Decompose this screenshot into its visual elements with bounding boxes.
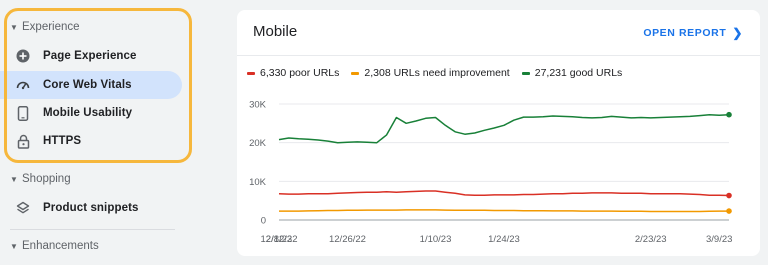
legend-item-poor[interactable]: 6,330 poor URLs: [247, 67, 339, 79]
y-tick-label: 10K: [249, 177, 267, 188]
legend-label-poor: 6,330 poor URLs: [260, 67, 340, 79]
y-tick-label: 20K: [249, 138, 267, 149]
chart-legend: 6,330 poor URLs 2,308 URLs need improvem…: [247, 67, 634, 79]
section-enhancements-label: Enhancements: [22, 240, 99, 252]
line-chart: 010K20K30K12/12/22 12/26/22 1/10/23 1/24/23…: [249, 100, 732, 246]
mobile-report-card: Mobile OPEN REPORT ❯ 6,330 poor URLs 2,3…: [237, 10, 760, 256]
x-tick-label: 1/24/23: [488, 234, 520, 245]
sidebar: ▼ Experience Page Experience Core Web Vi…: [0, 0, 200, 265]
sidebar-divider: [10, 229, 175, 230]
layers-icon: [15, 200, 31, 216]
section-shopping-label: Shopping: [22, 173, 71, 185]
series-end-point-1[interactable]: [726, 208, 732, 214]
legend-item-needs-improvement[interactable]: 2,308 URLs need improvement: [351, 67, 510, 79]
y-tick-label: 30K: [249, 100, 267, 111]
legend-swatch-poor: [247, 71, 255, 75]
card-title: Mobile: [253, 23, 298, 40]
legend-label-needs-improvement: 2,308 URLs need improvement: [364, 67, 510, 79]
sidebar-item-product-snippets[interactable]: Product snippets: [0, 194, 182, 222]
card-divider: [237, 55, 760, 56]
series-end-point-2[interactable]: [726, 111, 732, 118]
x-tick-label: 2/23/23: [635, 234, 667, 245]
caret-down-icon: ▼: [10, 241, 18, 251]
open-report-link[interactable]: OPEN REPORT ❯: [643, 26, 743, 40]
legend-swatch-needs-improvement: [351, 71, 360, 75]
section-enhancements[interactable]: ▼ Enhancements: [10, 240, 99, 252]
series-line-0[interactable]: [278, 190, 730, 197]
series-line-1[interactable]: [279, 209, 729, 213]
legend-swatch-good: [521, 71, 530, 75]
chevron-right-icon: ❯: [732, 26, 743, 40]
highlight-annotation-box: [4, 8, 192, 163]
x-tick-label: 2/8/23: [266, 234, 292, 245]
y-tick-label: 0: [261, 216, 266, 227]
x-tick-label: 1/10/23: [420, 234, 452, 245]
x-tick-label: 12/26/22: [329, 234, 366, 245]
legend-label-good: 27,231 good URLs: [534, 67, 623, 79]
caret-down-icon: ▼: [10, 174, 18, 184]
series-line-2[interactable]: [278, 113, 730, 144]
series-end-point-0[interactable]: [726, 192, 732, 199]
sidebar-item-label: Product snippets: [43, 202, 139, 214]
section-shopping[interactable]: ▼ Shopping: [10, 173, 71, 185]
legend-item-good[interactable]: 27,231 good URLs: [521, 67, 623, 79]
open-report-label: OPEN REPORT: [643, 27, 727, 39]
x-tick-label: 3/9/23: [706, 234, 732, 245]
